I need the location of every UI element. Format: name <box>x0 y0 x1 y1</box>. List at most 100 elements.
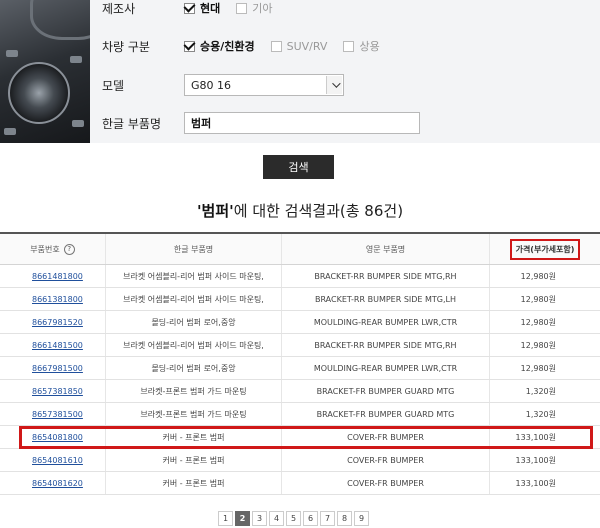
result-keyword: 범퍼 <box>201 202 230 220</box>
eng-name-cell: BRACKET-RR BUMPER SIDE MTG,LH <box>282 288 490 310</box>
search-button[interactable]: 검색 <box>263 155 334 179</box>
dashboard-photo <box>0 0 90 143</box>
checkbox-commercial[interactable]: 상용 <box>343 38 380 54</box>
part-name-input[interactable]: 범퍼 <box>184 112 420 134</box>
header-part-no: 부품번호 ? <box>0 234 106 264</box>
eng-name-cell: BRACKET-RR BUMPER SIDE MTG,RH <box>282 334 490 356</box>
page-8-button[interactable]: 8 <box>337 511 352 526</box>
header-part-no-label: 부품번호 <box>30 244 60 254</box>
table-row: 8661481800 브라켓 어셈블리-리어 범퍼 사이드 마운팅, BRACKET… <box>0 265 600 288</box>
kor-name-cell: 브라켓 어셈블리-리어 범퍼 사이드 마운팅, <box>106 334 282 356</box>
model-row: 모델 G80 16 <box>90 71 600 99</box>
header-price: 가격(부가세포함) <box>490 234 600 264</box>
checkbox-unchecked-icon[interactable] <box>343 40 355 52</box>
part-no-cell: 8657381500 <box>0 403 106 425</box>
model-select[interactable]: G80 16 <box>184 74 344 96</box>
pagination: 123456789 <box>218 511 371 526</box>
part-no-link[interactable]: 8667981500 <box>32 364 83 373</box>
part-no-cell: 8661481800 <box>0 265 106 287</box>
part-no-link[interactable]: 8654081610 <box>32 456 83 465</box>
part-no-link[interactable]: 8654081620 <box>32 479 83 488</box>
checkbox-checked-icon[interactable] <box>184 40 195 52</box>
page-9-button[interactable]: 9 <box>354 511 369 526</box>
manufacturer-label: 제조사 <box>102 1 136 16</box>
price-cell: 12,980원 <box>520 317 556 327</box>
table-row: 8661481500 브라켓 어셈블리-리어 범퍼 사이드 마운팅, BRACKET… <box>0 334 600 357</box>
part-no-cell: 8654081800 <box>0 426 106 448</box>
part-no-link[interactable]: 8657381500 <box>32 410 83 419</box>
header-price-label: 가격(부가세포함) <box>509 238 581 260</box>
checkbox-label: 상용 <box>359 40 380 53</box>
price-cell: 12,980원 <box>520 271 556 281</box>
price-cell: 1,320원 <box>525 386 556 396</box>
kor-name-cell: 브라켓 어셈블리-리어 범퍼 사이드 마운팅, <box>106 288 282 310</box>
result-count-text: 에 대한 검색결과(총 86건) <box>233 202 404 220</box>
kor-name-cell: 커버 - 프론트 범퍼 <box>106 426 282 448</box>
table-row: 8654081800 커버 - 프론트 범퍼 COVER-FR BUMPER 133,… <box>0 426 600 449</box>
filter-panel: 제조사 현대 기아 차량 구분 승용/친환경 SUV/RV 상용 모델 G80 … <box>90 0 600 143</box>
eng-name-cell: BRACKET-FR BUMPER GUARD MTG <box>282 403 490 425</box>
eng-name-cell: MOULDING-REAR BUMPER LWR,CTR <box>282 311 490 333</box>
part-no-cell: 8667981500 <box>0 357 106 379</box>
checkbox-passenger[interactable]: 승용/친환경 <box>184 38 255 54</box>
checkbox-unchecked-icon[interactable] <box>236 2 248 14</box>
table-row: 8654081620 커버 - 프론트 범퍼 COVER-FR BUMPER 133,… <box>0 472 600 495</box>
table-row: 8661381800 브라켓 어셈블리-리어 범퍼 사이드 마운팅, BRACKET… <box>0 288 600 311</box>
price-cell: 133,100원 <box>515 478 556 488</box>
page-3-button[interactable]: 3 <box>252 511 267 526</box>
checkbox-hyundai[interactable]: 현대 <box>184 0 220 16</box>
checkbox-unchecked-icon[interactable] <box>270 40 282 52</box>
vehicle-type-row: 차량 구분 승용/친환경 SUV/RV 상용 <box>90 32 600 60</box>
page-2-button[interactable]: 2 <box>235 511 250 526</box>
page-6-button[interactable]: 6 <box>303 511 318 526</box>
part-no-link[interactable]: 8654081800 <box>32 433 83 442</box>
table-row: 8657381500 브라켓-프론트 범퍼 가드 마운팅 BRACKET-FR BU… <box>0 403 600 426</box>
table-row: 8667981500 몰딩-리어 범퍼 로어,중앙 MOULDING-REAR BU… <box>0 357 600 380</box>
part-no-link[interactable]: 8661481800 <box>32 272 83 281</box>
page-1-button[interactable]: 1 <box>218 511 233 526</box>
page-7-button[interactable]: 7 <box>320 511 335 526</box>
page-4-button[interactable]: 4 <box>269 511 284 526</box>
checkbox-kia[interactable]: 기아 <box>236 0 273 16</box>
result-title: '범퍼'에 대한 검색결과(총 86건) <box>0 200 600 221</box>
kor-name-cell: 커버 - 프론트 범퍼 <box>106 472 282 494</box>
eng-name-cell: COVER-FR BUMPER <box>282 449 490 471</box>
part-no-cell: 8654081610 <box>0 449 106 471</box>
eng-name-cell: BRACKET-FR BUMPER GUARD MTG <box>282 380 490 402</box>
header-eng-name: 영문 부품명 <box>282 234 490 264</box>
checkbox-checked-icon[interactable] <box>184 2 195 14</box>
price-cell: 12,980원 <box>520 363 556 373</box>
vehicle-type-label: 차량 구분 <box>102 39 150 54</box>
manufacturer-row: 제조사 현대 기아 <box>90 0 600 22</box>
part-no-cell: 8661481500 <box>0 334 106 356</box>
kor-name-cell: 브라켓-프론트 범퍼 가드 마운팅 <box>106 380 282 402</box>
table-row: 8667981520 몰딩-리어 범퍼 로어,중앙 MOULDING-REAR BU… <box>0 311 600 334</box>
part-no-link[interactable]: 8661381800 <box>32 295 83 304</box>
part-no-link[interactable]: 8667981520 <box>32 318 83 327</box>
kor-name-cell: 커버 - 프론트 범퍼 <box>106 449 282 471</box>
price-cell: 133,100원 <box>515 455 556 465</box>
table-row: 8654081610 커버 - 프론트 범퍼 COVER-FR BUMPER 133,… <box>0 449 600 472</box>
part-no-link[interactable]: 8657381850 <box>32 387 83 396</box>
kor-name-cell: 몰딩-리어 범퍼 로어,중앙 <box>106 357 282 379</box>
eng-name-cell: MOULDING-REAR BUMPER LWR,CTR <box>282 357 490 379</box>
page-5-button[interactable]: 5 <box>286 511 301 526</box>
kor-name-cell: 브라켓 어셈블리-리어 범퍼 사이드 마운팅, <box>106 265 282 287</box>
eng-name-cell: COVER-FR BUMPER <box>282 426 490 448</box>
checkbox-suv[interactable]: SUV/RV <box>270 40 327 53</box>
eng-name-cell: BRACKET-RR BUMPER SIDE MTG,RH <box>282 265 490 287</box>
price-cell: 133,100원 <box>515 432 556 442</box>
part-no-link[interactable]: 8661481500 <box>32 341 83 350</box>
help-icon[interactable]: ? <box>63 243 75 255</box>
kor-name-cell: 몰딩-리어 범퍼 로어,중앙 <box>106 311 282 333</box>
eng-name-cell: COVER-FR BUMPER <box>282 472 490 494</box>
kor-name-cell: 브라켓-프론트 범퍼 가드 마운팅 <box>106 403 282 425</box>
price-cell: 1,320원 <box>525 409 556 419</box>
part-no-cell: 8667981520 <box>0 311 106 333</box>
chevron-down-icon[interactable] <box>326 76 342 94</box>
part-name-label: 한글 부품명 <box>102 116 162 131</box>
checkbox-label: 현대 <box>200 2 221 15</box>
part-no-cell: 8657381850 <box>0 380 106 402</box>
results-table: 부품번호 ? 한글 부품명 영문 부품명 가격(부가세포함) 866148180… <box>0 232 600 495</box>
checkbox-label: 승용/친환경 <box>200 40 255 53</box>
